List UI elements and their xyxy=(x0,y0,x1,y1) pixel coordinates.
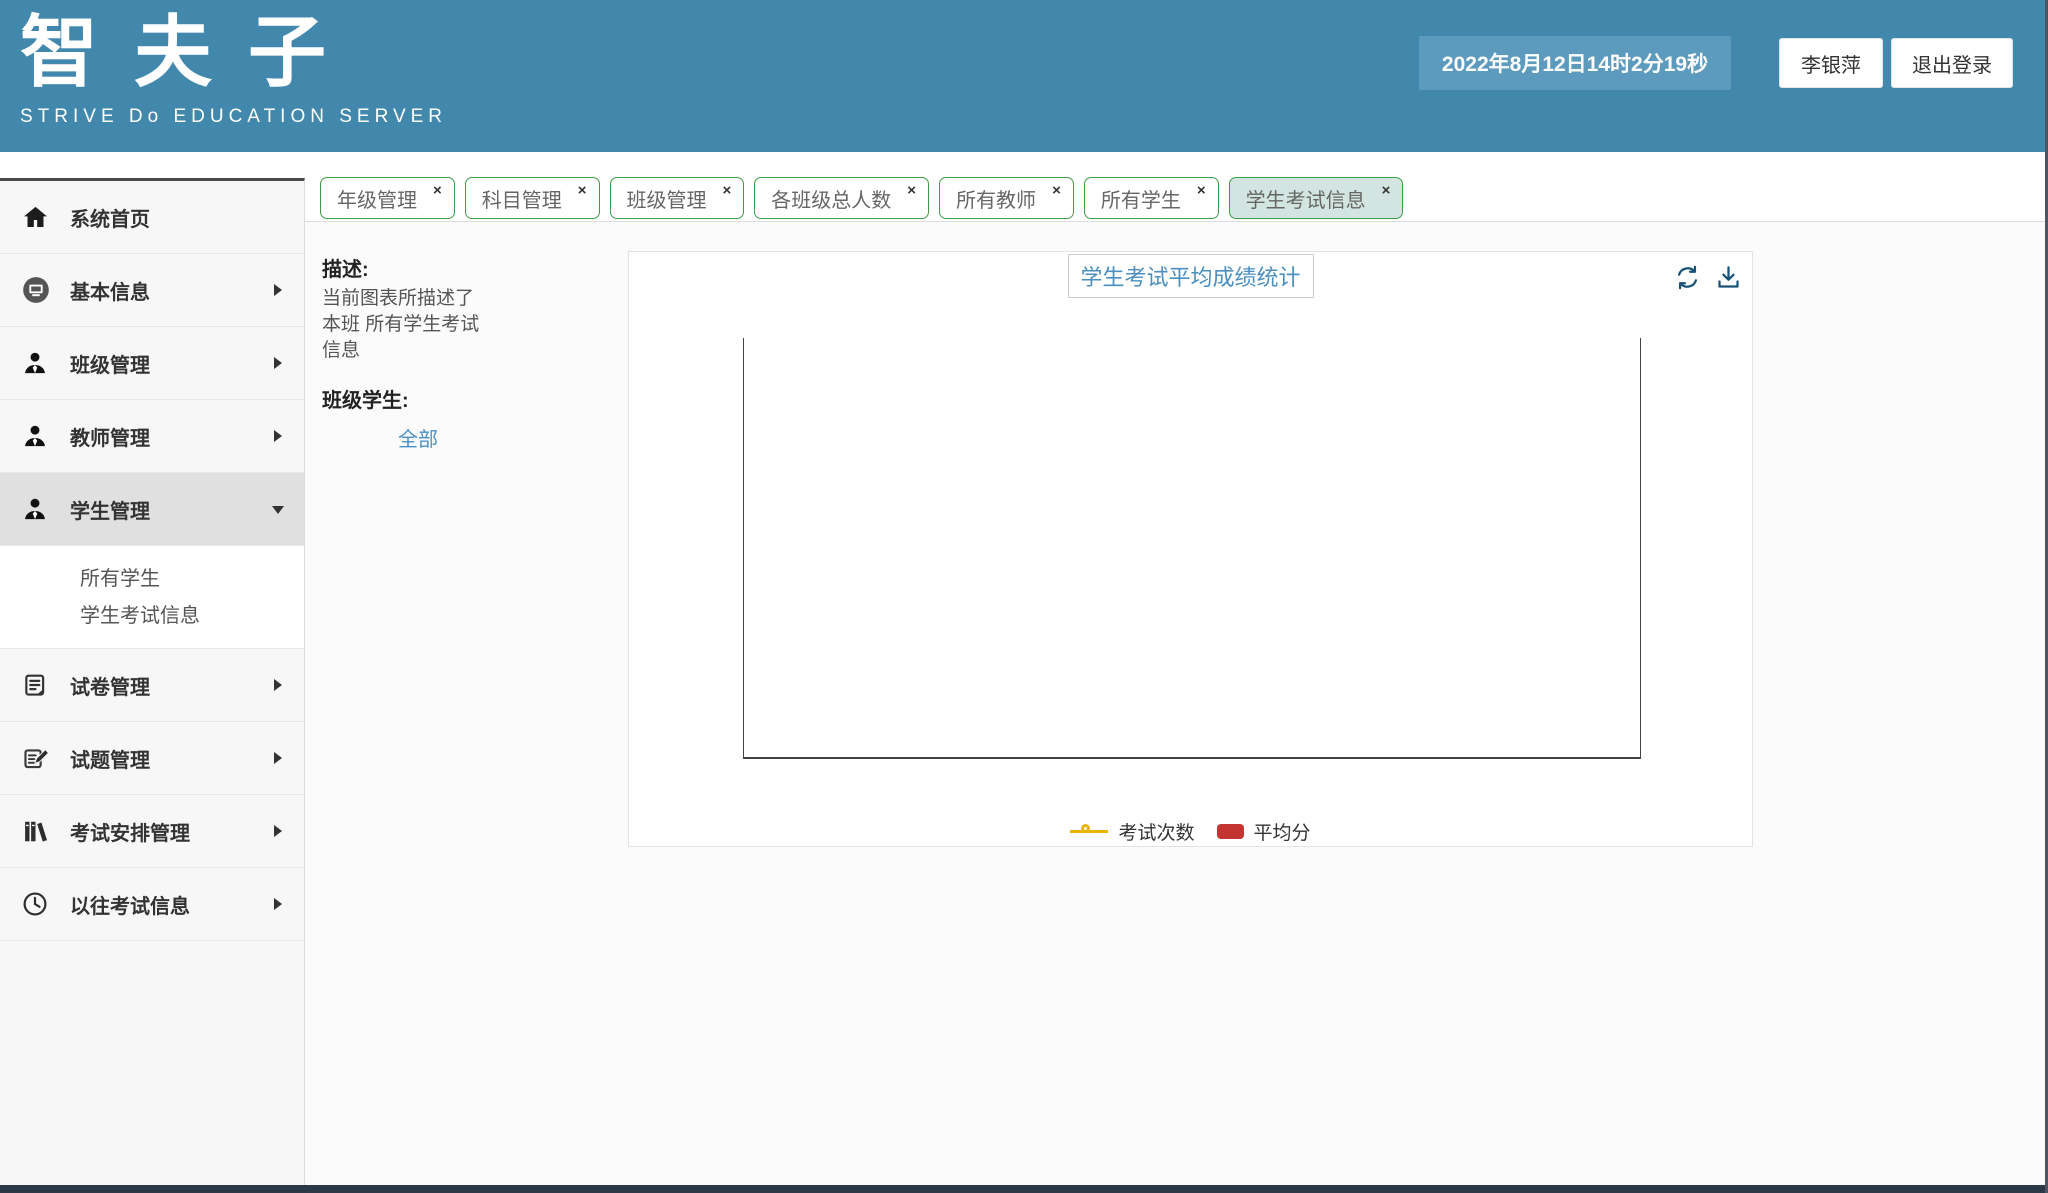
sidebar: 系统首页基本信息班级管理教师管理学生管理所有学生学生考试信息试卷管理试题管理考试… xyxy=(0,178,305,1185)
sidebar-subitem[interactable]: 学生考试信息 xyxy=(0,595,304,632)
legend-label: 平均分 xyxy=(1254,818,1311,845)
tab[interactable]: 班级管理 × xyxy=(610,177,745,219)
sidebar-item-label: 考试安排管理 xyxy=(70,817,190,846)
chart-card: 学生考试平均成绩统计 考试次数 平均分 xyxy=(628,251,1753,847)
chart-plot-area xyxy=(743,338,1641,759)
sidebar-subitem[interactable]: 所有学生 xyxy=(0,558,304,595)
legend-item[interactable]: 平均分 xyxy=(1217,818,1311,845)
person-icon xyxy=(22,496,54,522)
legend-bar-marker xyxy=(1217,824,1244,839)
chevron-right-icon xyxy=(274,679,282,691)
sidebar-menu: 系统首页基本信息班级管理教师管理学生管理所有学生学生考试信息试卷管理试题管理考试… xyxy=(0,181,304,941)
sidebar-item[interactable]: 试卷管理 xyxy=(0,649,304,722)
sidebar-item-label: 教师管理 xyxy=(70,422,150,451)
sidebar-item-label: 试卷管理 xyxy=(70,671,150,700)
sidebar-item[interactable]: 教师管理 xyxy=(0,400,304,473)
logo-title: 智夫子 xyxy=(20,2,447,102)
clock-icon xyxy=(22,891,54,917)
tab-label: 各班级总人数 xyxy=(771,184,891,213)
document-icon xyxy=(22,672,54,698)
refresh-icon[interactable] xyxy=(1674,264,1701,291)
class-all-link[interactable]: 全部 xyxy=(398,423,438,452)
tab-bar: 年级管理 × 科目管理 × 班级管理 × 各班级总人数 × 所有教师 × 所有学生 × 学生考试信息 × xyxy=(305,152,2045,222)
description-panel: 描述: 当前图表所描述了本班 所有学生考试信息 班级学生: 全部 xyxy=(322,253,492,452)
close-icon[interactable]: × xyxy=(1382,183,1391,198)
chevron-right-icon xyxy=(274,752,282,764)
logo-subtitle: STRIVE Do EDUCATION SERVER xyxy=(20,106,447,128)
tab-label: 学生考试信息 xyxy=(1246,184,1366,213)
close-icon[interactable]: × xyxy=(1052,183,1061,198)
window-bottom-edge xyxy=(0,1185,2048,1193)
tab-label: 班级管理 xyxy=(627,184,707,213)
sidebar-item[interactable]: 基本信息 xyxy=(0,254,304,327)
sidebar-item[interactable]: 班级管理 xyxy=(0,327,304,400)
sidebar-item-label: 学生管理 xyxy=(70,495,150,524)
logout-button[interactable]: 退出登录 xyxy=(1891,38,2013,88)
legend-label: 考试次数 xyxy=(1118,818,1194,845)
tab[interactable]: 年级管理 × xyxy=(320,177,455,219)
chevron-right-icon xyxy=(274,357,282,369)
sidebar-item[interactable]: 系统首页 xyxy=(0,181,304,254)
edit-icon xyxy=(22,745,54,771)
sidebar-item-label: 以往考试信息 xyxy=(70,890,190,919)
tab[interactable]: 所有学生 × xyxy=(1084,177,1219,219)
sidebar-item[interactable]: 学生管理 xyxy=(0,473,304,546)
close-icon[interactable]: × xyxy=(723,183,732,198)
legend-item[interactable]: 考试次数 xyxy=(1070,818,1194,845)
description-label: 描述: xyxy=(322,253,492,282)
chevron-down-icon xyxy=(272,506,284,514)
main-area: 年级管理×科目管理×班级管理×各班级总人数×所有教师×所有学生×学生考试信息× … xyxy=(305,152,2045,1185)
sidebar-item-label: 班级管理 xyxy=(70,349,150,378)
chevron-right-icon xyxy=(274,825,282,837)
chevron-right-icon xyxy=(274,430,282,442)
close-icon[interactable]: × xyxy=(907,183,916,198)
chart-legend: 考试次数 平均分 xyxy=(629,818,1752,845)
close-icon[interactable]: × xyxy=(1197,183,1206,198)
sidebar-item[interactable]: 试题管理 xyxy=(0,722,304,795)
username-button[interactable]: 李银萍 xyxy=(1779,38,1883,88)
tab-label: 年级管理 xyxy=(337,184,417,213)
app-logo: 智夫子 STRIVE Do EDUCATION SERVER xyxy=(20,2,447,128)
sidebar-item[interactable]: 以往考试信息 xyxy=(0,868,304,941)
person-icon xyxy=(22,423,54,449)
monitor-icon xyxy=(22,276,54,304)
tab[interactable]: 各班级总人数 × xyxy=(754,177,929,219)
tab-label: 所有学生 xyxy=(1101,184,1181,213)
tab-label: 所有教师 xyxy=(956,184,1036,213)
class-students-label: 班级学生: xyxy=(322,384,492,413)
sidebar-item-label: 系统首页 xyxy=(70,203,150,232)
datetime-display: 2022年8月12日14时2分19秒 xyxy=(1419,36,1731,90)
app-header: 智夫子 STRIVE Do EDUCATION SERVER 2022年8月12… xyxy=(0,0,2048,152)
person-icon xyxy=(22,350,54,376)
sidebar-item[interactable]: 考试安排管理 xyxy=(0,795,304,868)
tab[interactable]: 所有教师 × xyxy=(939,177,1074,219)
chart-title: 学生考试平均成绩统计 xyxy=(1067,254,1313,298)
close-icon[interactable]: × xyxy=(433,183,442,198)
tab[interactable]: 科目管理 × xyxy=(465,177,600,219)
books-icon xyxy=(22,818,54,845)
sidebar-item-label: 基本信息 xyxy=(70,276,150,305)
home-icon xyxy=(22,204,54,231)
download-icon[interactable] xyxy=(1715,264,1742,291)
sidebar-submenu: 所有学生学生考试信息 xyxy=(0,546,304,649)
chevron-right-icon xyxy=(274,284,282,296)
chevron-right-icon xyxy=(274,898,282,910)
description-text: 当前图表所描述了本班 所有学生考试信息 xyxy=(322,286,480,364)
tab-label: 科目管理 xyxy=(482,184,562,213)
sidebar-item-label: 试题管理 xyxy=(70,744,150,773)
legend-line-marker xyxy=(1070,830,1108,833)
tab[interactable]: 学生考试信息 × xyxy=(1229,177,1404,219)
close-icon[interactable]: × xyxy=(578,183,587,198)
